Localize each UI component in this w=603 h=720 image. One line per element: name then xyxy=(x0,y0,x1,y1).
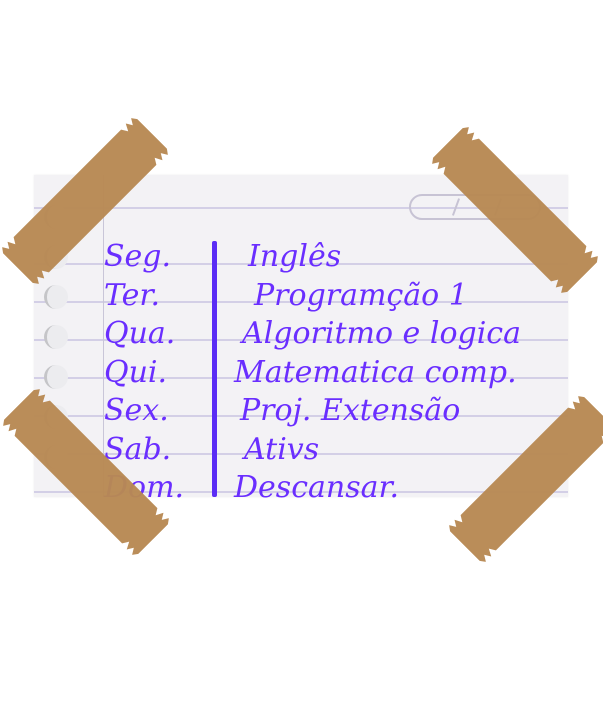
schedule-note: Seg. Ter. Qua. Qui. Sex. Sab. Dom. Inglê… xyxy=(0,0,603,720)
binder-hole-icon xyxy=(44,285,68,309)
binder-hole-icon xyxy=(44,325,68,349)
day-label: Qui. xyxy=(104,354,168,390)
binder-hole-icon xyxy=(44,365,68,389)
subject-label: Programção 1 xyxy=(254,277,468,313)
day-label: Ter. xyxy=(104,277,161,313)
subject-label: Algoritmo e logica xyxy=(242,316,521,351)
day-label: Sab. xyxy=(104,431,172,467)
subject-label: Proj. Extensão xyxy=(240,393,461,428)
day-label: Qua. xyxy=(104,316,176,351)
day-column: Seg. Ter. Qua. Qui. Sex. Sab. Dom. xyxy=(104,238,209,508)
column-divider xyxy=(212,241,217,497)
day-label: Sex. xyxy=(104,393,169,428)
date-slash xyxy=(451,198,461,216)
day-label: Seg. xyxy=(104,239,172,274)
subject-label: Matematica comp. xyxy=(234,354,517,390)
